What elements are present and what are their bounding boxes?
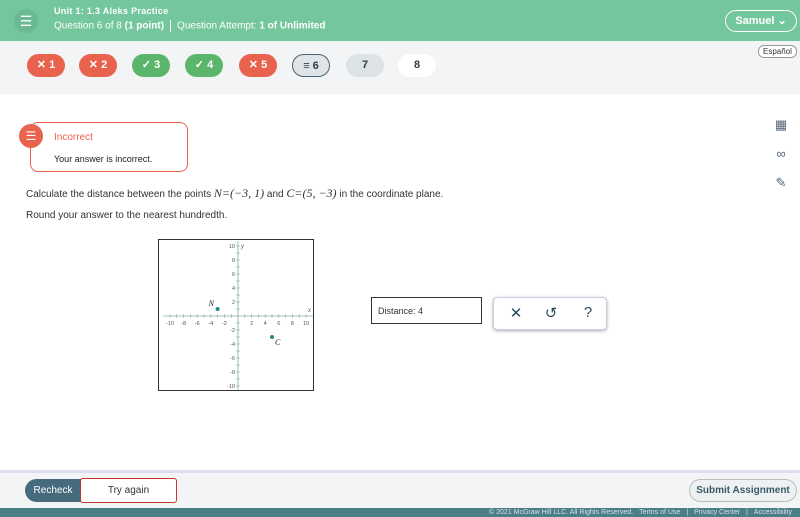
x-tick-label: 2 xyxy=(250,321,253,327)
chat-icon: ☰ xyxy=(19,124,43,148)
feedback-title: Incorrect xyxy=(54,132,93,143)
user-name: Samuel xyxy=(735,15,775,27)
copyright: © 2021 McGraw Hill LLC. All Rights Reser… xyxy=(489,509,634,516)
privacy-link[interactable]: Privacy Center xyxy=(694,509,740,516)
graph-svg: -10 -8 -6 -4 -2 2 4 6 8 10 10 8 6 4 2 -2 -4 -6 -8 -10 x y N C xyxy=(163,241,313,390)
footer: © 2021 McGraw Hill LLC. All Rights Reser… xyxy=(0,508,800,517)
answer-value[interactable]: 4 xyxy=(418,306,423,316)
help-button[interactable]: ? xyxy=(576,304,600,324)
calculator-icon[interactable]: ▦ xyxy=(772,117,790,135)
text: Calculate the distance between the point… xyxy=(26,189,214,200)
try-again-tooltip: Try again xyxy=(80,478,177,503)
y-tick-label: -4 xyxy=(230,342,235,348)
terms-link[interactable]: Terms of Use xyxy=(639,509,680,516)
feedback-box xyxy=(30,122,188,172)
user-menu-button[interactable]: Samuel ⌄ xyxy=(725,10,797,32)
recheck-button[interactable]: Recheck xyxy=(25,479,81,502)
point-n: N=(−3, 1) xyxy=(213,186,265,200)
language-button[interactable]: Español xyxy=(758,45,797,58)
answer-box[interactable]: Distance: 4 xyxy=(371,297,482,324)
attempt-label: Question Attempt: xyxy=(177,20,257,32)
y-tick-label: -6 xyxy=(230,356,235,362)
x-tick-label: 10 xyxy=(303,321,309,327)
submit-assignment-button[interactable]: Submit Assignment xyxy=(689,479,797,502)
x-tick-label: -10 xyxy=(166,321,174,327)
y-tick-label: 10 xyxy=(229,244,235,250)
attempt-value: 1 of Unlimited xyxy=(259,20,326,32)
question-number: Question 6 of 8 xyxy=(54,20,122,32)
point-label: C xyxy=(275,338,281,347)
point-C xyxy=(270,335,274,339)
question-5-button[interactable]: ✕ 5 xyxy=(239,54,277,77)
y-tick-label: -8 xyxy=(230,370,235,376)
chevron-down-icon: ⌄ xyxy=(777,15,787,27)
point-label: N xyxy=(208,299,215,308)
infinity-icon[interactable]: ∞ xyxy=(772,146,790,164)
coordinate-graph: -10 -8 -6 -4 -2 2 4 6 8 10 10 8 6 4 2 -2 -4 -6 -8 -10 x y N C xyxy=(158,239,314,391)
y-tick-label: -10 xyxy=(227,384,235,390)
answer-label: Distance: xyxy=(378,306,416,316)
y-tick-label: 4 xyxy=(232,286,235,292)
round-instruction: Round your answer to the nearest hundred… xyxy=(26,210,228,221)
menu-icon[interactable]: ☰ xyxy=(14,9,38,33)
question-8-button[interactable]: 8 xyxy=(398,54,436,77)
y-tick-label: 8 xyxy=(232,258,235,264)
y-axis-label: y xyxy=(240,244,245,250)
question-1-button[interactable]: ✕ 1 xyxy=(27,54,65,77)
x-tick-label: 8 xyxy=(291,321,294,327)
feedback-message: Your answer is incorrect. xyxy=(54,154,153,164)
point-N xyxy=(215,307,220,311)
accessibility-link[interactable]: Accessibility xyxy=(754,509,792,516)
y-tick-label: 2 xyxy=(232,300,235,306)
unit-title: Unit 1: 1.3 Aleks Practice xyxy=(54,6,169,16)
points: (1 point) xyxy=(124,20,165,32)
x-tick-label: -4 xyxy=(208,321,213,327)
x-tick-label: -2 xyxy=(222,321,227,327)
x-tick-label: -8 xyxy=(181,321,186,327)
point-c: C=(5, −3) xyxy=(286,186,337,200)
x-axis-label: x xyxy=(307,308,312,314)
undo-button[interactable]: ↺ xyxy=(539,304,563,324)
x-tick-label: -6 xyxy=(195,321,200,327)
answer-tools: ✕ ↺ ? xyxy=(493,297,607,330)
x-tick-label: 4 xyxy=(264,321,267,327)
question-4-button[interactable]: ✓ 4 xyxy=(185,54,223,77)
question-6-button[interactable]: ≡ 6 xyxy=(292,54,330,77)
clear-button[interactable]: ✕ xyxy=(504,304,528,324)
x-tick-label: 6 xyxy=(277,321,280,327)
question-2-button[interactable]: ✕ 2 xyxy=(79,54,117,77)
y-tick-label: -2 xyxy=(230,328,235,334)
y-tick-label: 6 xyxy=(232,272,235,278)
notes-icon[interactable]: ✎ xyxy=(772,175,790,193)
question-7-button[interactable]: 7 xyxy=(346,54,384,77)
question-3-button[interactable]: ✓ 3 xyxy=(132,54,170,77)
question-info: Question 6 of 8 (1 point) Question Attemp… xyxy=(54,20,325,32)
text: and xyxy=(264,189,287,200)
problem-text: Calculate the distance between the point… xyxy=(26,186,443,201)
text: in the coordinate plane. xyxy=(336,189,444,200)
